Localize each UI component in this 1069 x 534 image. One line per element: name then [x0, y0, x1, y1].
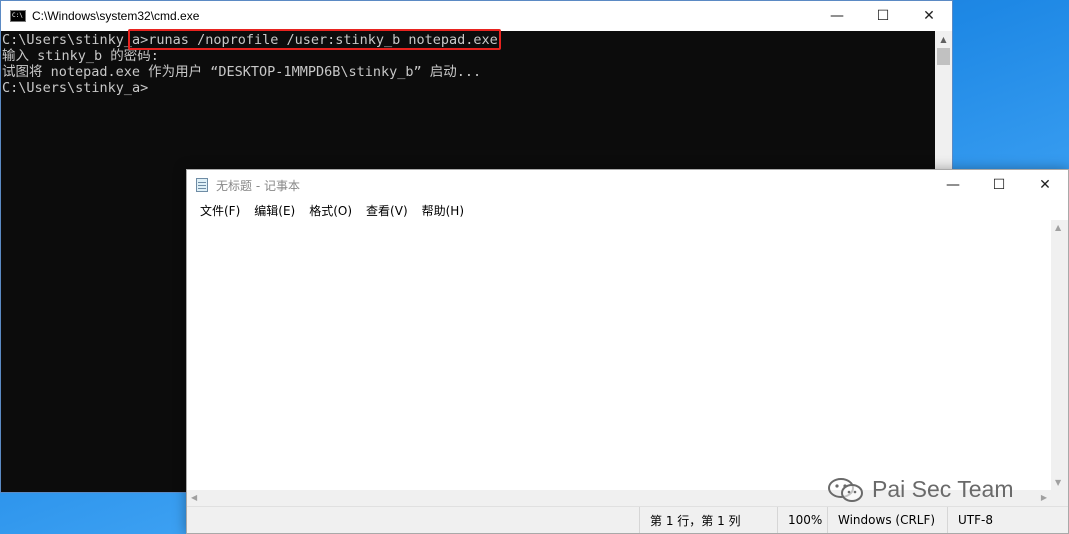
watermark-text: Pai Sec Team	[872, 476, 1014, 502]
notepad-maximize-button[interactable]: ☐	[976, 170, 1022, 200]
status-zoom: 100%	[777, 507, 827, 533]
cmd-minimize-button[interactable]: —	[814, 1, 860, 31]
menu-edit[interactable]: 编辑(E)	[247, 202, 302, 219]
console-prompt-line: C:\Users\stinky_a>	[2, 80, 149, 96]
notepad-text-area[interactable]	[187, 220, 1051, 490]
status-line-ending: Windows (CRLF)	[827, 507, 947, 533]
scroll-right-arrow-icon[interactable]: ▶	[1041, 493, 1047, 502]
scrollbar-corner	[1051, 490, 1068, 507]
scroll-thumb[interactable]	[937, 48, 950, 65]
scroll-left-arrow-icon[interactable]: ◀	[191, 493, 197, 502]
notepad-icon	[196, 178, 208, 192]
menu-file[interactable]: 文件(F)	[193, 202, 247, 219]
watermark: Pai Sec Team	[826, 476, 1013, 503]
console-line: 试图将 notepad.exe 作为用户 “DESKTOP-1MMPD6B\st…	[2, 64, 482, 80]
notepad-titlebar[interactable]: 无标题 - 记事本 — ☐ ✕	[187, 170, 1068, 200]
menu-help[interactable]: 帮助(H)	[415, 202, 471, 219]
menu-format[interactable]: 格式(O)	[302, 202, 359, 219]
notepad-close-button[interactable]: ✕	[1022, 170, 1068, 200]
notepad-statusbar: 第 1 行，第 1 列 100% Windows (CRLF) UTF-8	[187, 506, 1068, 533]
cmd-close-button[interactable]: ✕	[906, 1, 952, 31]
cmd-titlebar[interactable]: C:\Windows\system32\cmd.exe — ☐ ✕	[1, 1, 952, 31]
notepad-window-title: 无标题 - 记事本	[216, 178, 300, 193]
notepad-minimize-button[interactable]: —	[930, 170, 976, 200]
scroll-up-arrow-icon[interactable]: ▲	[1055, 223, 1061, 232]
notepad-menubar: 文件(F) 编辑(E) 格式(O) 查看(V) 帮助(H)	[187, 200, 1068, 221]
notepad-vertical-scrollbar[interactable]: ▲ ▼	[1051, 220, 1068, 490]
cmd-maximize-button[interactable]: ☐	[860, 1, 906, 31]
scroll-up-arrow-icon[interactable]: ▲	[935, 31, 952, 48]
command-highlight-box	[128, 29, 501, 50]
wechat-icon	[828, 477, 863, 502]
console-icon	[10, 10, 26, 22]
scroll-down-arrow-icon[interactable]: ▼	[1055, 478, 1061, 487]
menu-view[interactable]: 查看(V)	[359, 202, 415, 219]
status-encoding: UTF-8	[947, 507, 1068, 533]
status-cursor-position: 第 1 行，第 1 列	[639, 507, 777, 533]
notepad-window-controls: — ☐ ✕	[930, 170, 1068, 200]
console-line: 输入 stinky_b 的密码:	[2, 48, 159, 64]
cmd-window-title: C:\Windows\system32\cmd.exe	[32, 9, 200, 23]
cmd-window-controls: — ☐ ✕	[814, 1, 952, 31]
